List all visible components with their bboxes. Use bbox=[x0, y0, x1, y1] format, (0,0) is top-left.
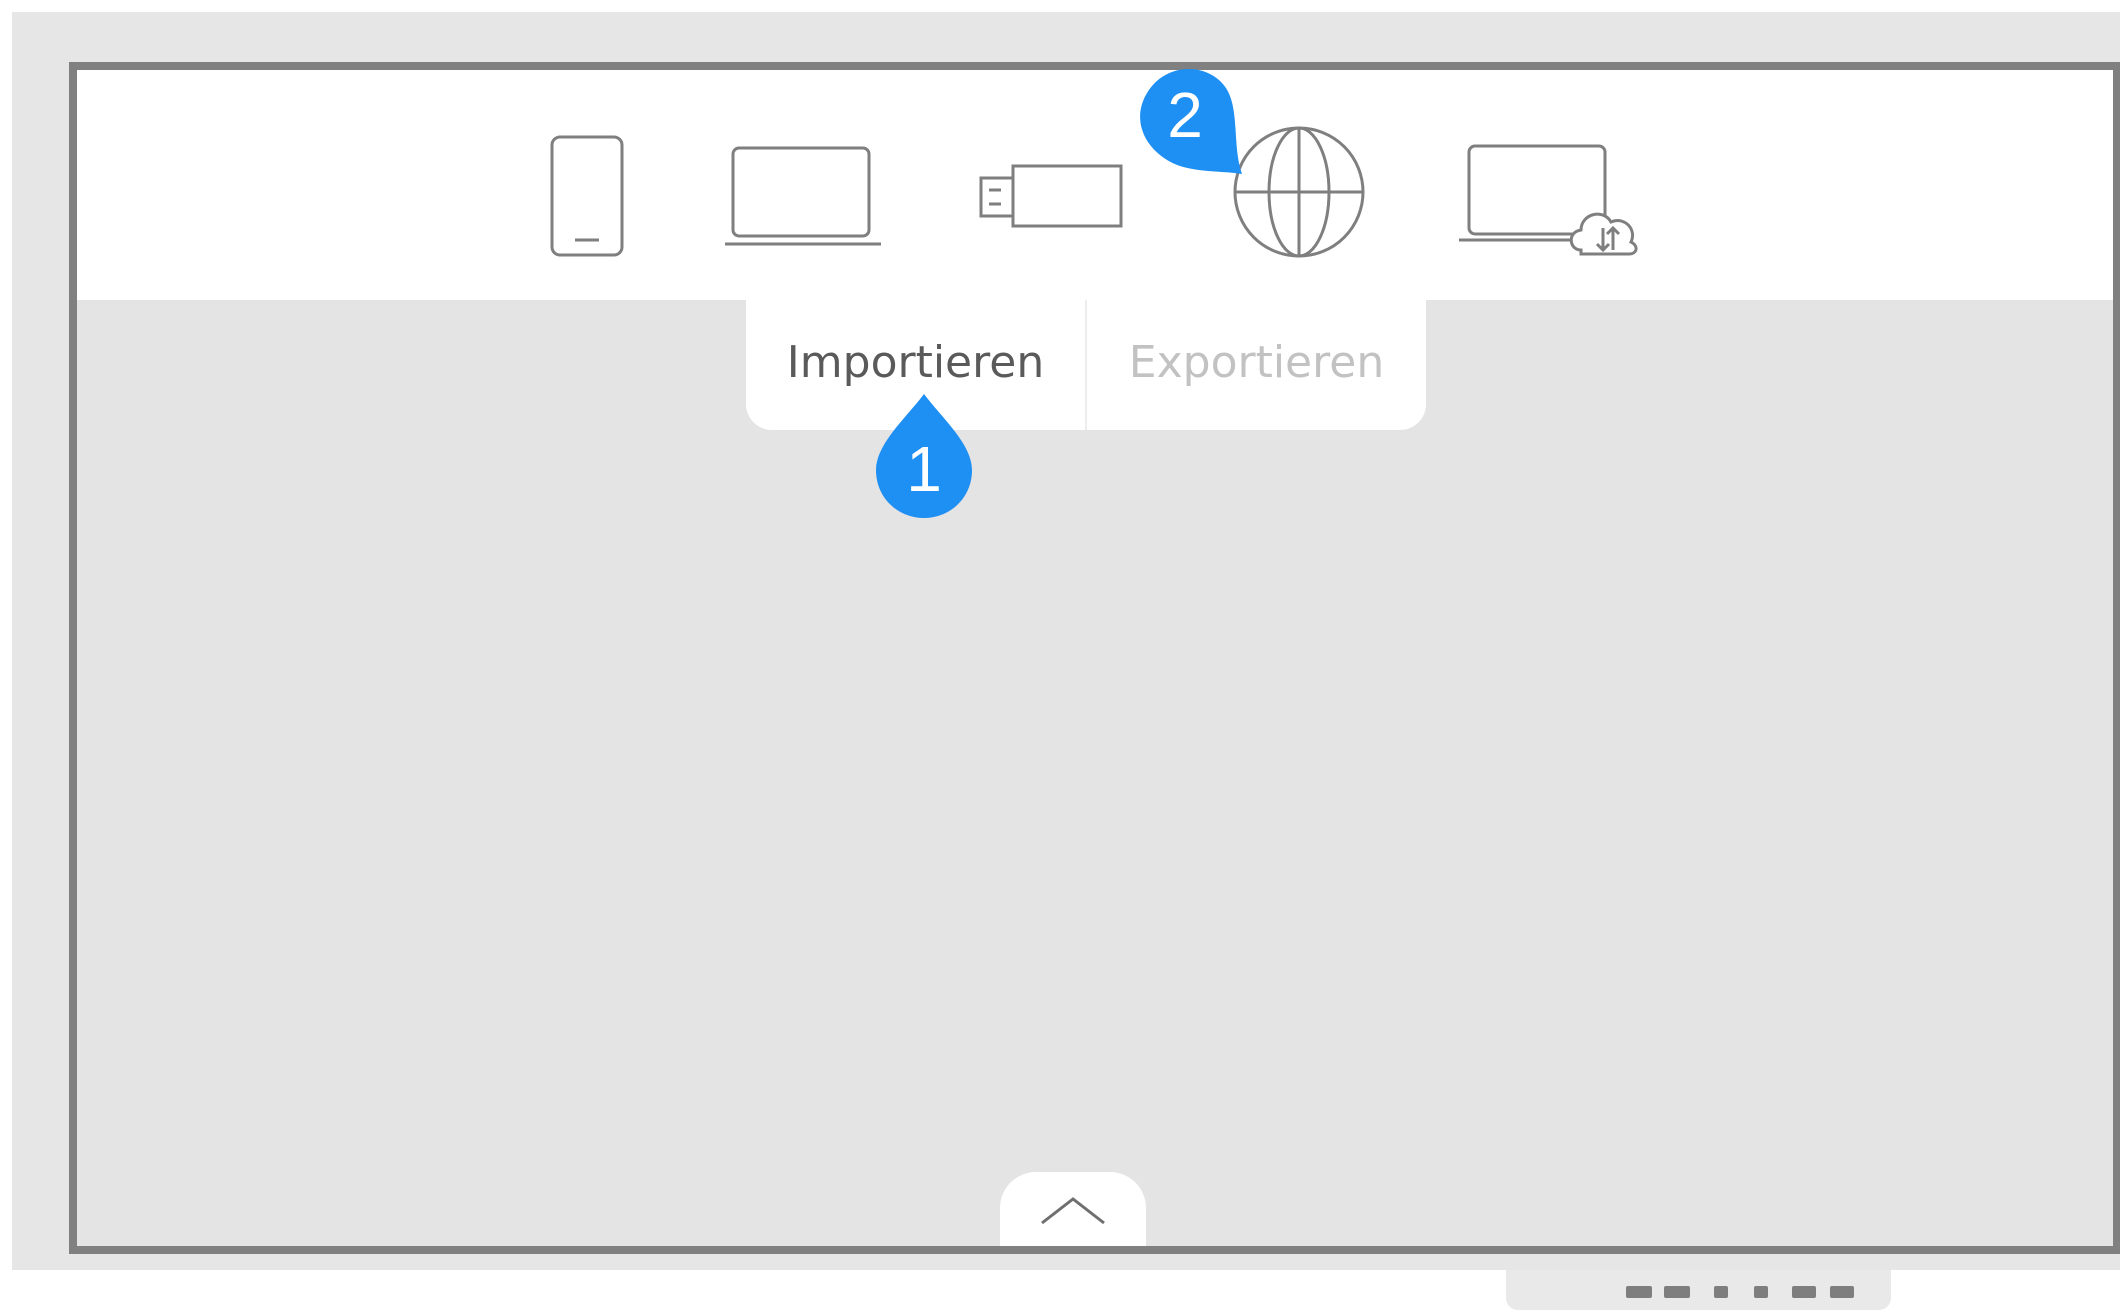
callout-marker-2: 2 bbox=[1128, 64, 1250, 182]
hardware-button[interactable] bbox=[1664, 1286, 1690, 1298]
hardware-button[interactable] bbox=[1754, 1286, 1768, 1298]
display-device: Importieren Exportieren 1 2 bbox=[12, 12, 2120, 1270]
hardware-button-bar bbox=[1506, 1270, 1891, 1310]
chevron-up-icon bbox=[1041, 1197, 1105, 1225]
tab-export[interactable]: Exportieren bbox=[1087, 300, 1426, 430]
display-screen: Importieren Exportieren bbox=[69, 62, 2120, 1254]
hardware-button[interactable] bbox=[1830, 1286, 1854, 1298]
hardware-button[interactable] bbox=[1792, 1286, 1816, 1298]
hardware-button[interactable] bbox=[1714, 1286, 1728, 1298]
callout-number: 1 bbox=[906, 433, 942, 505]
usb-drive-icon[interactable] bbox=[977, 154, 1127, 238]
mobile-device-icon[interactable] bbox=[547, 132, 627, 262]
cloud-sync-laptop-icon[interactable] bbox=[1457, 140, 1647, 270]
expand-panel-button[interactable] bbox=[1000, 1172, 1146, 1246]
import-export-tabs: Importieren Exportieren bbox=[746, 300, 1426, 430]
source-toolbar bbox=[77, 70, 2113, 300]
callout-number: 2 bbox=[1167, 79, 1203, 151]
callout-marker-1: 1 bbox=[872, 392, 976, 522]
laptop-icon[interactable] bbox=[723, 142, 887, 252]
hardware-button[interactable] bbox=[1626, 1286, 1652, 1298]
